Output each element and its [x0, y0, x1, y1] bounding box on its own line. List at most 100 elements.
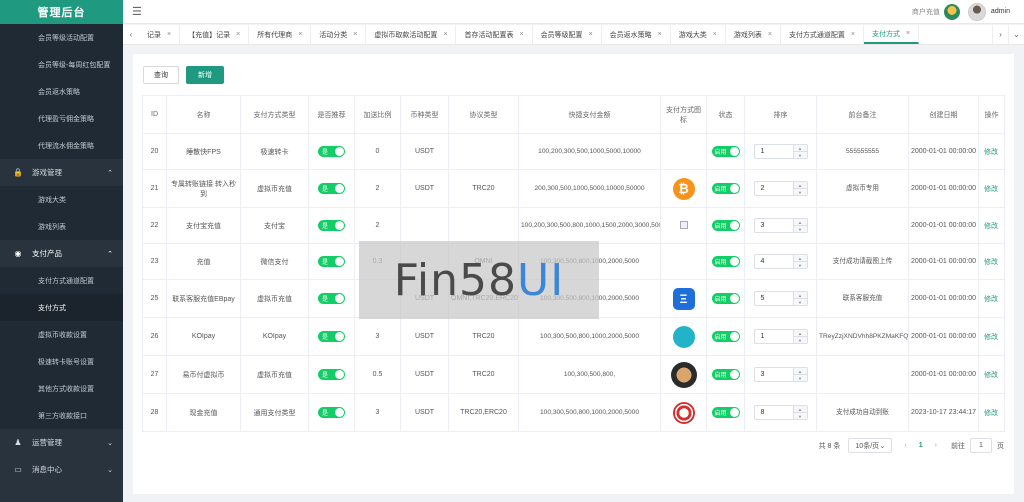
- close-icon[interactable]: ×: [519, 31, 523, 38]
- status-toggle[interactable]: 启用: [711, 407, 740, 418]
- sort-value[interactable]: 4: [755, 255, 793, 268]
- close-icon[interactable]: ×: [589, 31, 593, 38]
- tab-item[interactable]: 活动分类 ×: [311, 25, 367, 44]
- sort-value[interactable]: 2: [755, 182, 793, 195]
- status-toggle[interactable]: 启用: [711, 146, 740, 157]
- sidebar-item[interactable]: 游戏列表: [0, 213, 123, 240]
- sidebar-item[interactable]: 支付方式通道配置: [0, 267, 123, 294]
- sidebar-item[interactable]: 会员等级-每周红包配置: [0, 51, 123, 78]
- tab-item[interactable]: 支付方式 ×: [864, 25, 920, 44]
- increment-icon[interactable]: ▲: [793, 330, 807, 337]
- tab-item[interactable]: 记录 ×: [139, 25, 181, 44]
- tab-scroll-left-icon[interactable]: ‹: [123, 30, 139, 39]
- sort-stepper[interactable]: 3 ▲ ▼: [753, 218, 808, 233]
- recommend-toggle[interactable]: 是: [318, 183, 345, 194]
- recommend-toggle[interactable]: 是: [318, 220, 345, 231]
- increment-icon[interactable]: ▲: [793, 406, 807, 413]
- tab-item[interactable]: 所有代理商 ×: [249, 25, 312, 44]
- edit-link[interactable]: 修改: [978, 243, 1005, 280]
- decrement-icon[interactable]: ▼: [794, 299, 807, 305]
- sidebar-group[interactable]: ♟ 运营管理 ⌄: [0, 429, 123, 456]
- decrement-icon[interactable]: ▼: [794, 189, 807, 195]
- sidebar-item[interactable]: 代理流水佣金策略: [0, 132, 123, 159]
- edit-link[interactable]: 修改: [978, 169, 1005, 208]
- status-toggle[interactable]: 启用: [711, 256, 740, 267]
- sidebar-item[interactable]: 虚拟币收款设置: [0, 321, 123, 348]
- tab-item[interactable]: 会员返水策略 ×: [602, 25, 671, 44]
- sort-stepper[interactable]: 5 ▲ ▼: [753, 291, 808, 306]
- tab-item[interactable]: 游戏列表 ×: [726, 25, 781, 44]
- increment-icon[interactable]: ▲: [793, 145, 807, 152]
- sidebar-group[interactable]: ◉ 支付产品 ⌃: [0, 240, 123, 267]
- tab-item[interactable]: 【充值】记录 ×: [180, 25, 250, 44]
- sidebar-group[interactable]: ▭ 消息中心 ⌄: [0, 456, 123, 483]
- sidebar-item[interactable]: 其他方式收款设置: [0, 375, 123, 402]
- recommend-toggle[interactable]: 是: [318, 146, 345, 157]
- increment-icon[interactable]: ▲: [793, 219, 807, 226]
- status-toggle[interactable]: 启用: [711, 369, 740, 380]
- sidebar-item[interactable]: 第三方收款接口: [0, 402, 123, 429]
- menu-toggle-icon[interactable]: ☰: [132, 5, 142, 18]
- sidebar-item[interactable]: 会员等级活动配置: [0, 24, 123, 51]
- recommend-toggle[interactable]: 是: [318, 331, 345, 342]
- edit-link[interactable]: 修改: [978, 133, 1005, 170]
- sort-stepper[interactable]: 1 ▲ ▼: [753, 144, 808, 159]
- sidebar-item[interactable]: 会员返水策略: [0, 78, 123, 105]
- decrement-icon[interactable]: ▼: [794, 152, 807, 158]
- status-toggle[interactable]: 启用: [711, 220, 740, 231]
- decrement-icon[interactable]: ▼: [794, 262, 807, 268]
- increment-icon[interactable]: ▲: [793, 182, 807, 189]
- page-number[interactable]: 1: [919, 442, 923, 449]
- sidebar-item[interactable]: 游戏大类: [0, 186, 123, 213]
- tab-item[interactable]: 会员等级配置 ×: [533, 25, 602, 44]
- edit-link[interactable]: 修改: [978, 207, 1005, 244]
- add-button[interactable]: 新增: [186, 66, 224, 84]
- decrement-icon[interactable]: ▼: [794, 337, 807, 343]
- sort-value[interactable]: 3: [755, 219, 793, 232]
- page-size-select[interactable]: 10条/页 ⌄: [848, 438, 893, 453]
- tab-scroll-right-icon[interactable]: ›: [992, 25, 1008, 44]
- sidebar-item[interactable]: 极速转卡账号设置: [0, 348, 123, 375]
- close-icon[interactable]: ×: [768, 31, 772, 38]
- merchant-avatar[interactable]: [943, 3, 960, 20]
- tab-item[interactable]: 游戏大类 ×: [671, 25, 726, 44]
- increment-icon[interactable]: ▲: [793, 292, 807, 299]
- prev-page-icon[interactable]: ‹: [904, 442, 906, 449]
- increment-icon[interactable]: ▲: [793, 255, 807, 262]
- edit-link[interactable]: 修改: [978, 279, 1005, 318]
- edit-link[interactable]: 修改: [978, 317, 1005, 356]
- status-toggle[interactable]: 启用: [711, 183, 740, 194]
- sort-value[interactable]: 8: [755, 406, 793, 419]
- tab-item[interactable]: 虚拟币取款活动配置 ×: [366, 25, 457, 44]
- edit-link[interactable]: 修改: [978, 393, 1005, 432]
- decrement-icon[interactable]: ▼: [794, 413, 807, 419]
- close-icon[interactable]: ×: [298, 31, 302, 38]
- status-toggle[interactable]: 启用: [711, 293, 740, 304]
- recommend-toggle[interactable]: 是: [318, 293, 345, 304]
- user-avatar[interactable]: [967, 2, 986, 21]
- merchant-recharge-link[interactable]: 商户充值: [912, 7, 940, 17]
- goto-page-input[interactable]: 1: [970, 438, 992, 453]
- next-page-icon[interactable]: ›: [935, 442, 937, 449]
- sort-value[interactable]: 1: [755, 145, 793, 158]
- close-icon[interactable]: ×: [713, 31, 717, 38]
- close-icon[interactable]: ×: [443, 31, 447, 38]
- close-icon[interactable]: ×: [658, 31, 662, 38]
- query-button[interactable]: 查询: [143, 66, 179, 84]
- decrement-icon[interactable]: ▼: [794, 375, 807, 381]
- close-icon[interactable]: ×: [851, 31, 855, 38]
- edit-link[interactable]: 修改: [978, 355, 1005, 394]
- close-icon[interactable]: ×: [906, 30, 910, 37]
- recommend-toggle[interactable]: 是: [318, 369, 345, 380]
- increment-icon[interactable]: ▲: [793, 368, 807, 375]
- close-icon[interactable]: ×: [167, 31, 171, 38]
- username[interactable]: admin: [991, 8, 1010, 15]
- sort-stepper[interactable]: 8 ▲ ▼: [753, 405, 808, 420]
- tab-item[interactable]: 支付方式通道配置 ×: [781, 25, 865, 44]
- sort-stepper[interactable]: 1 ▲ ▼: [753, 329, 808, 344]
- recommend-toggle[interactable]: 是: [318, 256, 345, 267]
- decrement-icon[interactable]: ▼: [794, 226, 807, 232]
- sort-stepper[interactable]: 2 ▲ ▼: [753, 181, 808, 196]
- sidebar-item[interactable]: 代理盈亏佣金策略: [0, 105, 123, 132]
- sidebar-group[interactable]: 🔒 游戏管理 ⌃: [0, 159, 123, 186]
